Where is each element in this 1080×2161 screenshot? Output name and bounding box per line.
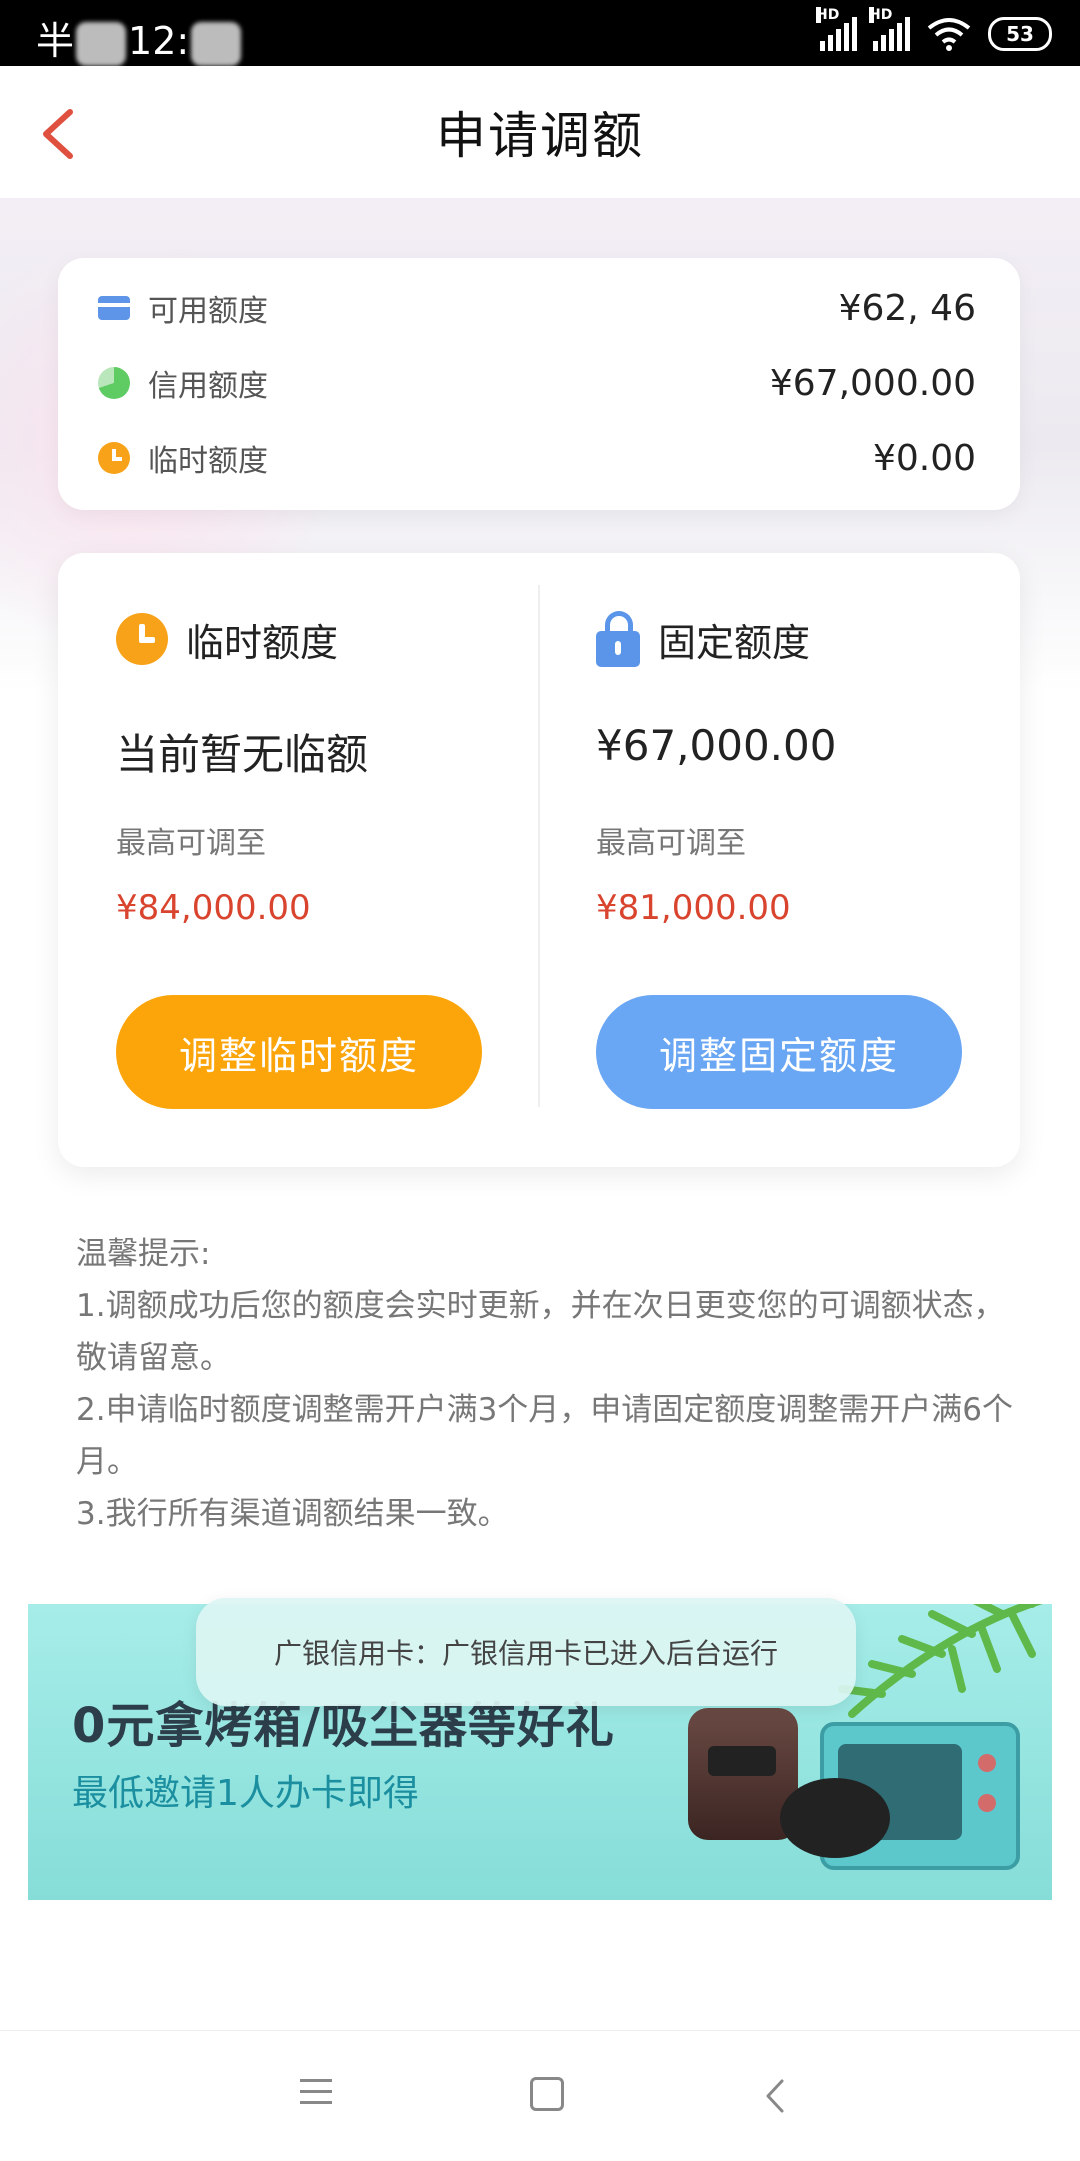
clock-icon [98, 442, 130, 474]
status-time: 半 12: [36, 10, 243, 66]
redacted-block [191, 21, 242, 66]
page-title: 申请调额 [436, 107, 644, 165]
grill-image [780, 1778, 890, 1858]
tip-line: 2.申请临时额度调整需开户满3个月，申请固定额度调整需开户满6个月。 [76, 1392, 1014, 1480]
summary-value: ¥67,000.00 [769, 362, 976, 404]
battery-icon: 53 [988, 17, 1052, 51]
redacted-block [76, 21, 127, 66]
summary-value: ¥0.00 [872, 437, 976, 479]
toast-text: 广银信用卡：广银信用卡已进入后台运行 [273, 1637, 778, 1670]
summary-label: 临时额度 [148, 444, 268, 479]
tip-line: 1.调额成功后您的额度会实时更新，并在次日更变您的可调额状态，敬请留意。 [76, 1288, 1005, 1376]
column-divider [538, 585, 540, 1107]
lock-icon [596, 611, 640, 667]
credit-card-icon [98, 296, 130, 320]
fixed-max-value: ¥81,000.00 [596, 888, 791, 928]
nav-back-icon[interactable] [752, 2071, 802, 2121]
temporary-limit-column: 临时额度 当前暂无临额 最高可调至 ¥84,000.00 调整临时额度 [116, 553, 536, 1167]
temporary-limit-current: 当前暂无临额 [116, 730, 369, 779]
pie-chart-icon [98, 367, 130, 399]
fixed-limit-header: 固定额度 [596, 611, 810, 667]
clock-icon [116, 613, 168, 665]
menu-icon[interactable] [300, 2071, 350, 2121]
status-time-prefix: 半 [36, 19, 75, 63]
signal-icon: HD [816, 7, 857, 51]
adjust-fixed-button[interactable]: 调整固定额度 [596, 995, 962, 1109]
fixed-limit-column: 固定额度 ¥67,000.00 最高可调至 ¥81,000.00 调整固定额度 [596, 553, 1016, 1167]
signal-icon: HD [869, 7, 910, 51]
status-time-text: 12: [128, 19, 190, 63]
summary-label: 信用额度 [148, 369, 268, 404]
tips-title: 温馨提示: [76, 1236, 211, 1272]
summary-label: 可用额度 [148, 294, 268, 329]
hd-label: HD [816, 7, 840, 23]
banner-subtitle: 最低邀请1人办卡即得 [72, 1773, 419, 1814]
wifi-icon [927, 18, 971, 51]
temporary-limit-title: 临时额度 [186, 620, 339, 665]
battery-level: 53 [1006, 22, 1034, 46]
status-bar: 半 12: HD HD 53 [0, 0, 1080, 66]
summary-row-temporary: 临时额度 ¥0.00 [98, 428, 976, 488]
limit-summary-card: 可用额度 ¥62, 46 信用额度 ¥67,000.00 临时额度 ¥0.00 [58, 258, 1020, 510]
tips-section: 温馨提示: 1.调额成功后您的额度会实时更新，并在次日更变您的可调额状态，敬请留… [76, 1228, 1016, 1540]
summary-row-available: 可用额度 ¥62, 46 [98, 278, 976, 338]
background-run-toast: 广银信用卡：广银信用卡已进入后台运行 [196, 1598, 856, 1706]
home-icon[interactable] [524, 2071, 574, 2121]
fixed-limit-current: ¥67,000.00 [596, 721, 837, 770]
temporary-limit-header: 临时额度 [116, 611, 338, 667]
fixed-limit-title: 固定额度 [658, 620, 811, 665]
system-nav-bar [0, 2030, 1080, 2161]
summary-value: ¥62, 46 [838, 287, 976, 329]
hd-label: HD [869, 7, 893, 23]
fixed-max-label: 最高可调至 [596, 826, 746, 861]
tip-line: 3.我行所有渠道调额结果一致。 [76, 1496, 509, 1532]
summary-row-credit: 信用额度 ¥67,000.00 [98, 353, 976, 413]
temporary-max-label: 最高可调至 [116, 826, 266, 861]
app-bar: 申请调额 [0, 66, 1080, 198]
adjust-temporary-button[interactable]: 调整临时额度 [116, 995, 482, 1109]
adjust-limit-card: 临时额度 当前暂无临额 最高可调至 ¥84,000.00 调整临时额度 固定额度… [58, 553, 1020, 1167]
temporary-max-value: ¥84,000.00 [116, 888, 311, 928]
